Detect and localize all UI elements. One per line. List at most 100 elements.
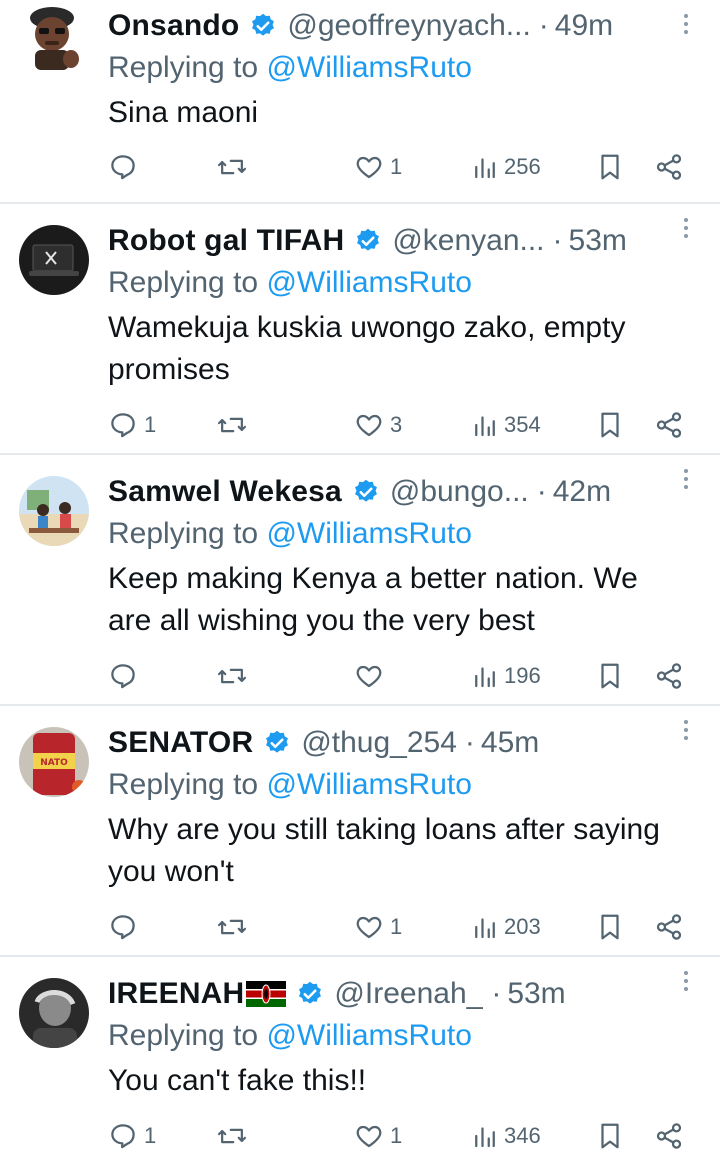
like-count: 3 (390, 412, 403, 437)
user-handle[interactable]: @kenyan... (392, 224, 544, 258)
like-button[interactable]: 1 (354, 1116, 402, 1156)
timestamp[interactable]: 53m (569, 224, 627, 258)
avatar[interactable] (19, 978, 89, 1048)
action-bar: 1 256 (108, 147, 720, 187)
bookmark-icon (601, 154, 619, 180)
share-button[interactable] (654, 147, 684, 187)
bookmark-button[interactable] (596, 1116, 624, 1156)
views-button[interactable]: 196 (472, 656, 541, 696)
like-button[interactable]: 3 (354, 405, 402, 445)
mention-link[interactable]: @WilliamsRuto (266, 51, 471, 84)
bookmark-icon (601, 663, 619, 689)
display-name[interactable]: SENATOR (108, 726, 253, 760)
heart-icon (356, 1125, 382, 1148)
reply-icon (111, 915, 135, 940)
avatar[interactable] (19, 4, 89, 74)
reply-count: 1 (144, 1123, 157, 1148)
timestamp[interactable]: 53m (507, 977, 565, 1011)
display-name[interactable]: IREENAH (108, 977, 244, 1011)
mention-link[interactable]: @WilliamsRuto (266, 266, 471, 299)
like-button[interactable] (354, 656, 390, 696)
display-name[interactable]: Robot gal TIFAH (108, 224, 344, 258)
user-handle[interactable]: @geoffreynyach... (287, 9, 530, 43)
more-options-button[interactable] (676, 10, 696, 40)
repost-button[interactable] (216, 656, 254, 696)
replying-to-line: Replying to @WilliamsRuto (108, 263, 720, 303)
reply-button[interactable]: 1 (108, 1116, 156, 1156)
timestamp[interactable]: 45m (481, 726, 539, 760)
reply-text: Keep making Kenya a better nation. We ar… (108, 562, 638, 637)
reply-item[interactable]: Onsando @geoffreynyach... · 49m Replying… (0, 0, 720, 204)
action-bar: 1 3 354 (108, 405, 720, 445)
reply-item[interactable]: Samwel Wekesa @bungo... · 42m Replying t… (0, 455, 720, 706)
share-icon (656, 412, 682, 438)
reply-button[interactable] (108, 147, 144, 187)
view-count: 256 (504, 154, 541, 179)
mention-link[interactable]: @WilliamsRuto (266, 768, 471, 801)
like-count: 1 (390, 154, 403, 179)
reply-item[interactable]: NATO SENATOR @thug_254 · 45m Replying to… (0, 706, 720, 957)
analytics-bars-icon (475, 416, 495, 437)
user-handle[interactable]: @thug_254 (301, 726, 457, 760)
repost-button[interactable] (216, 907, 254, 947)
share-icon (656, 914, 682, 940)
bookmark-button[interactable] (596, 656, 624, 696)
reply-button[interactable] (108, 656, 144, 696)
mention-link[interactable]: @WilliamsRuto (266, 517, 471, 550)
share-icon (656, 154, 682, 180)
user-handle[interactable]: @Ireenah_ (334, 977, 483, 1011)
avatar[interactable] (19, 476, 89, 546)
share-button[interactable] (654, 656, 684, 696)
views-button[interactable]: 354 (472, 405, 541, 445)
more-options-button[interactable] (676, 967, 696, 997)
more-dots-icon (676, 469, 696, 489)
user-handle[interactable]: @bungo... (390, 475, 529, 509)
timestamp[interactable]: 42m (553, 475, 611, 509)
views-button[interactable]: 346 (472, 1116, 541, 1156)
mention-link[interactable]: @WilliamsRuto (266, 1019, 471, 1052)
timestamp[interactable]: 49m (555, 9, 613, 43)
more-options-button[interactable] (676, 465, 696, 495)
reply-button[interactable]: 1 (108, 405, 156, 445)
display-name[interactable]: Samwel Wekesa (108, 475, 342, 509)
laptop-x-avatar-icon (19, 225, 89, 295)
verified-badge-icon (357, 228, 380, 251)
display-name[interactable]: Onsando (108, 9, 239, 43)
more-dots-icon (676, 720, 696, 740)
repost-button[interactable] (216, 147, 254, 187)
repost-button[interactable] (216, 405, 254, 445)
reply-count: 1 (144, 412, 157, 437)
replying-label: Replying to (108, 266, 259, 299)
more-options-button[interactable] (676, 716, 696, 746)
verified-badge-icon (354, 479, 377, 502)
avatar[interactable]: NATO (19, 727, 89, 797)
share-button[interactable] (654, 1116, 684, 1156)
reply-button[interactable] (108, 907, 144, 947)
like-button[interactable]: 1 (354, 147, 402, 187)
illustration-avatar-icon (19, 476, 89, 546)
views-button[interactable]: 203 (472, 907, 541, 947)
bookmark-button[interactable] (596, 907, 624, 947)
reply-item[interactable]: IREENAH @Ireenah_ · 53m Replying to @Wil… (0, 957, 720, 1162)
bookmark-icon (601, 412, 619, 438)
bookmark-button[interactable] (596, 147, 624, 187)
more-options-button[interactable] (676, 214, 696, 244)
action-bar: 1 1 346 (108, 1116, 720, 1156)
photo-avatar-icon (19, 978, 89, 1048)
like-button[interactable]: 1 (354, 907, 402, 947)
share-button[interactable] (654, 907, 684, 947)
reply-item[interactable]: Robot gal TIFAH @kenyan... · 53m Replyin… (0, 204, 720, 455)
like-count: 1 (390, 1123, 403, 1148)
share-button[interactable] (654, 405, 684, 445)
replying-to-line: Replying to @WilliamsRuto (108, 765, 720, 805)
repost-icon (217, 919, 247, 935)
bookmark-icon (601, 1123, 619, 1149)
avatar[interactable] (19, 225, 89, 295)
repost-button[interactable] (216, 1116, 254, 1156)
share-icon (656, 1123, 682, 1149)
more-dots-icon (676, 14, 696, 34)
views-button[interactable]: 256 (472, 147, 541, 187)
more-dots-icon (676, 971, 696, 991)
reply-icon (111, 664, 135, 689)
bookmark-button[interactable] (596, 405, 624, 445)
